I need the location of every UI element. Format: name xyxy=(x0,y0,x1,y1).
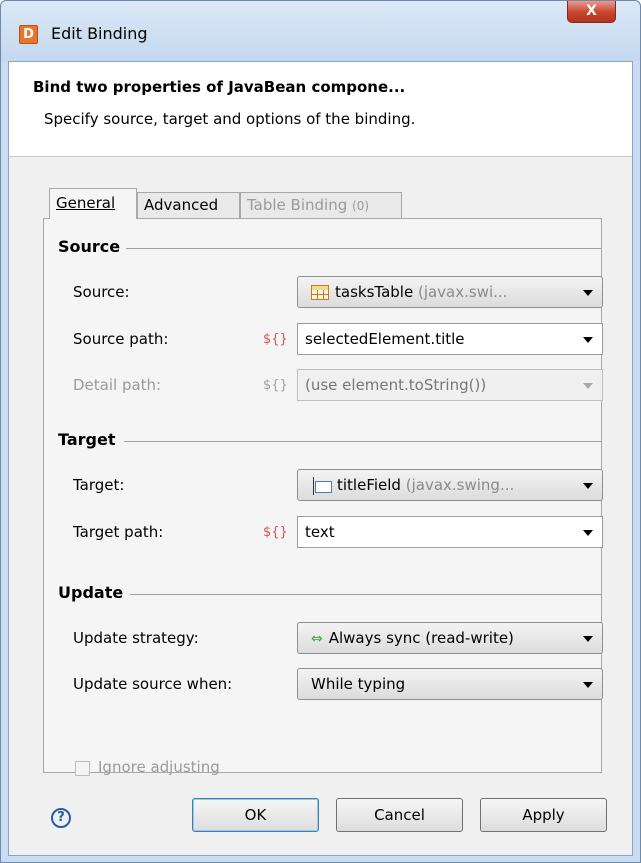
chevron-down-icon xyxy=(583,383,593,389)
header-description: Specify source, target and options of th… xyxy=(44,110,416,128)
update-section-title: Update xyxy=(58,583,124,602)
update-strategy-value: Always sync (read-write) xyxy=(328,629,514,647)
tab-table-binding[interactable]: Table Binding (0) xyxy=(240,192,402,218)
update-when-value: While typing xyxy=(311,675,406,693)
table-icon xyxy=(311,285,329,300)
target-value: titleField xyxy=(337,476,401,494)
cancel-button[interactable]: Cancel xyxy=(336,798,463,832)
tab-general-label: General xyxy=(56,194,116,212)
detail-path-expression-button: ${} xyxy=(263,378,288,393)
source-path-value: selectedElement.title xyxy=(305,330,465,348)
close-button[interactable]: X xyxy=(567,1,616,23)
source-section-title: Source xyxy=(58,237,121,256)
chevron-down-icon xyxy=(583,636,593,642)
window-title: Edit Binding xyxy=(51,24,148,43)
source-label: Source: xyxy=(73,283,130,301)
dialog-body: Bind two properties of JavaBean compone.… xyxy=(8,61,633,856)
chevron-down-icon xyxy=(583,290,593,296)
chevron-down-icon xyxy=(583,483,593,489)
ignore-adjusting-label: Ignore adjusting xyxy=(98,758,220,776)
dialog-header: Bind two properties of JavaBean compone.… xyxy=(9,62,632,157)
ignore-adjusting-checkbox xyxy=(75,761,90,776)
update-when-combo[interactable]: While typing xyxy=(297,668,603,700)
header-title: Bind two properties of JavaBean compone.… xyxy=(33,78,406,96)
app-logo-icon: D xyxy=(19,25,38,44)
textfield-icon xyxy=(311,476,332,495)
update-when-label: Update source when: xyxy=(73,675,233,693)
target-section-divider xyxy=(124,441,601,442)
target-combo[interactable]: titleField (javax.swing... xyxy=(297,469,603,501)
sync-arrows-icon: ⇔ xyxy=(311,631,323,647)
detail-path-value: (use element.toString()) xyxy=(305,376,487,394)
target-path-value: text xyxy=(305,523,335,541)
edit-binding-dialog: D Edit Binding X Bind two properties of … xyxy=(0,0,641,863)
target-label: Target: xyxy=(73,476,125,494)
source-path-label: Source path: xyxy=(73,330,169,348)
update-strategy-label: Update strategy: xyxy=(73,629,199,647)
tab-general[interactable]: General xyxy=(49,188,137,219)
tab-advanced[interactable]: Advanced xyxy=(137,192,240,218)
source-path-expression-button[interactable]: ${} xyxy=(263,332,288,347)
update-strategy-combo[interactable]: ⇔ Always sync (read-write) xyxy=(297,622,603,654)
chevron-down-icon[interactable] xyxy=(583,337,593,343)
tab-table-binding-label: Table Binding xyxy=(247,196,348,214)
source-value: tasksTable xyxy=(335,283,414,301)
source-combo[interactable]: tasksTable (javax.swi... xyxy=(297,276,603,308)
source-section-divider xyxy=(126,248,601,249)
target-path-label: Target path: xyxy=(73,523,164,541)
chevron-down-icon xyxy=(583,682,593,688)
detail-path-label: Detail path: xyxy=(73,376,162,394)
update-section-divider xyxy=(130,594,601,595)
detail-path-field: (use element.toString()) xyxy=(297,369,603,401)
ok-button[interactable]: OK xyxy=(192,798,319,832)
target-type: (javax.swing... xyxy=(405,476,515,494)
tab-table-binding-count: (0) xyxy=(352,199,370,213)
help-icon[interactable]: ? xyxy=(51,808,71,828)
target-section-title: Target xyxy=(58,430,116,449)
target-path-field[interactable]: text xyxy=(297,516,603,548)
target-path-expression-button[interactable]: ${} xyxy=(263,525,288,540)
source-path-field[interactable]: selectedElement.title xyxy=(297,323,603,355)
source-type: (javax.swi... xyxy=(417,283,508,301)
apply-button[interactable]: Apply xyxy=(480,798,607,832)
chevron-down-icon[interactable] xyxy=(583,530,593,536)
title-bar[interactable]: D Edit Binding X xyxy=(1,1,640,61)
tab-advanced-label: Advanced xyxy=(144,196,219,214)
general-tab-panel: Source Source: tasksTable (javax.swi... … xyxy=(43,218,603,776)
